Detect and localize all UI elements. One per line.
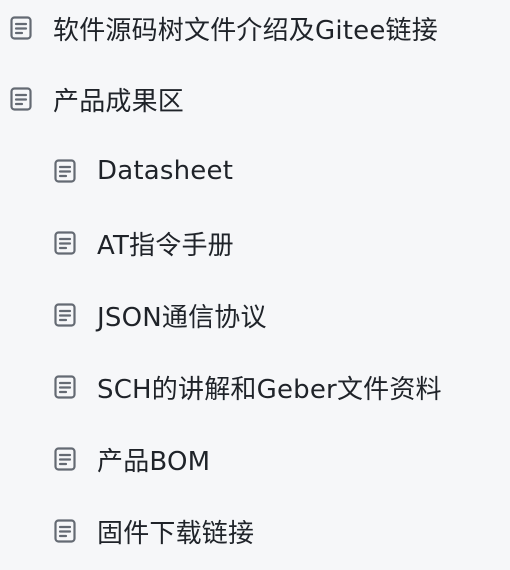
tree-item-label: 产品成果区 [53, 86, 185, 117]
tree-item-label: AT指令手册 [97, 230, 234, 261]
tree-item-source-code-gitee[interactable]: 软件源码树文件介绍及Gitee链接 [0, 4, 438, 52]
tree-item-at-command-manual[interactable]: AT指令手册 [0, 219, 234, 267]
tree-item-product-results[interactable]: 产品成果区 [0, 75, 184, 123]
document-icon [53, 374, 77, 400]
tree-item-datasheet[interactable]: Datasheet [0, 147, 233, 195]
document-icon [53, 518, 77, 544]
tree-item-firmware-download[interactable]: 固件下载链接 [0, 507, 254, 555]
tree-item-label: 固件下载链接 [97, 518, 255, 549]
document-icon [9, 86, 33, 112]
document-icon [53, 158, 77, 184]
tree-item-label: SCH的讲解和Geber文件资料 [97, 374, 442, 405]
tree-item-label: JSON通信协议 [97, 302, 267, 333]
document-icon [53, 302, 77, 328]
tree-item-label: 产品BOM [97, 446, 211, 477]
tree-item-label: Datasheet [97, 156, 234, 186]
document-tree: 软件源码树文件介绍及Gitee链接 产品成果区 Datasheet AT指令手册… [0, 0, 510, 570]
document-icon [9, 15, 33, 41]
tree-item-sch-geber-files[interactable]: SCH的讲解和Geber文件资料 [0, 363, 442, 411]
tree-item-product-bom[interactable]: 产品BOM [0, 435, 210, 483]
tree-item-json-protocol[interactable]: JSON通信协议 [0, 291, 267, 339]
document-icon [53, 230, 77, 256]
tree-item-label: 软件源码树文件介绍及Gitee链接 [53, 15, 438, 46]
document-icon [53, 446, 77, 472]
